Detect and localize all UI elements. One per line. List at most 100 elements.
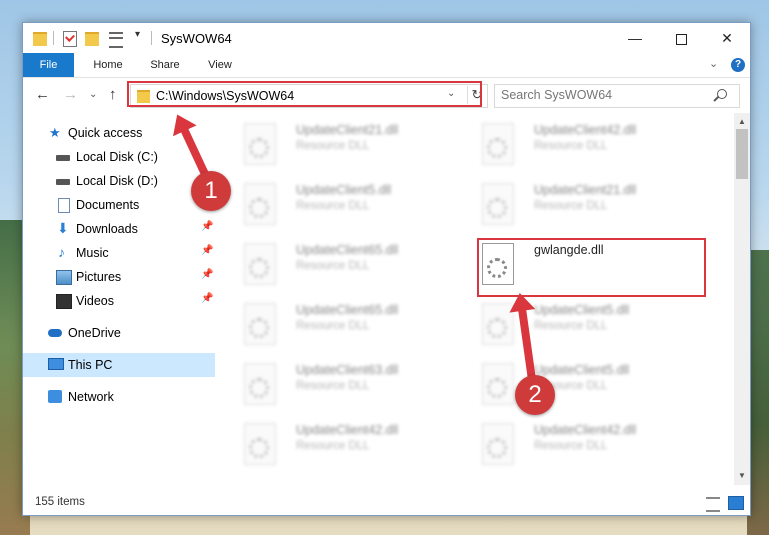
sidebar-item-local-disk-d[interactable]: Local Disk (D:): [23, 169, 215, 193]
properties-icon[interactable]: [63, 31, 77, 47]
file-highlight: [477, 238, 706, 297]
file-item[interactable]: UpdateClient42.dll Resource DLL: [460, 417, 686, 471]
maximize-button[interactable]: [658, 23, 704, 53]
sidebar-item-this-pc[interactable]: This PC: [23, 353, 215, 377]
step-2-badge: 2: [515, 375, 555, 415]
cloud-icon: [48, 329, 62, 337]
sidebar-item-label: Quick access: [68, 126, 143, 140]
file-name: UpdateClient21.dll: [296, 123, 399, 137]
dll-file-icon: [244, 243, 276, 285]
expand-ribbon-chevron-icon[interactable]: ⌄: [709, 57, 718, 70]
sidebar-item-videos[interactable]: Videos 📌: [23, 289, 215, 313]
sidebar-item-label: Local Disk (D:): [76, 174, 158, 188]
close-button[interactable]: ✕: [704, 23, 750, 53]
large-icons-view-icon[interactable]: [728, 496, 744, 510]
tab-share[interactable]: Share: [141, 53, 189, 77]
videos-icon: [56, 294, 72, 309]
file-item[interactable]: UpdateClient5.dll Resource DLL: [460, 297, 686, 351]
help-icon[interactable]: ?: [731, 58, 745, 72]
file-item[interactable]: UpdateClient21.dll Resource DLL: [460, 177, 686, 231]
search-box[interactable]: [494, 84, 740, 108]
computer-icon: [48, 358, 64, 370]
file-name: UpdateClient5.dll: [296, 183, 392, 197]
status-bar: 155 items: [23, 491, 750, 515]
vertical-scrollbar[interactable]: ▲ ▼: [734, 113, 750, 485]
file-type: Resource DLL: [296, 140, 370, 152]
dll-file-icon: [244, 183, 276, 225]
dll-file-icon: [482, 423, 514, 465]
drive-icon: [56, 179, 70, 185]
file-type: Resource DLL: [296, 380, 370, 392]
minimize-button[interactable]: —: [612, 23, 658, 53]
gear-icon: [249, 378, 269, 398]
dll-file-icon: [244, 303, 276, 345]
sidebar-item-label: This PC: [68, 358, 113, 372]
file-type: Resource DLL: [296, 320, 370, 332]
file-type: Resource DLL: [534, 200, 608, 212]
scroll-up-arrow-icon[interactable]: ▲: [738, 117, 746, 126]
address-bar-highlight: [127, 81, 482, 107]
search-input[interactable]: [501, 88, 701, 102]
file-item[interactable]: UpdateClient65.dll Resource DLL: [222, 237, 448, 291]
details-view-icon[interactable]: [706, 497, 720, 512]
gear-icon: [249, 198, 269, 218]
title-bar: ▾ SysWOW64 — ✕: [23, 23, 750, 53]
gear-icon: [487, 138, 507, 158]
sidebar-item-music[interactable]: ♪ Music 📌: [23, 241, 215, 265]
file-list: UpdateClient21.dll Resource DLL UpdateCl…: [216, 113, 734, 485]
quick-access-dropdown-icon[interactable]: ▾: [135, 29, 140, 45]
customize-list-icon[interactable]: [109, 32, 123, 48]
gear-icon: [249, 438, 269, 458]
tab-file[interactable]: File: [23, 53, 74, 77]
sidebar-item-onedrive[interactable]: OneDrive: [23, 321, 215, 345]
pin-icon[interactable]: 📌: [201, 221, 213, 232]
download-icon: ⬇: [57, 220, 69, 236]
forward-button[interactable]: →: [63, 86, 78, 103]
item-count: 155 items: [35, 496, 85, 508]
back-button[interactable]: ←: [35, 86, 50, 103]
sidebar-item-pictures[interactable]: Pictures 📌: [23, 265, 215, 289]
sidebar-item-local-disk-c[interactable]: Local Disk (C:): [23, 145, 215, 169]
scrollbar-thumb[interactable]: [736, 129, 748, 179]
file-name: UpdateClient65.dll: [296, 243, 399, 257]
dll-file-icon: [482, 183, 514, 225]
search-icon[interactable]: [717, 89, 727, 99]
maximize-icon: [675, 33, 687, 45]
sidebar-item-documents[interactable]: Documents: [23, 193, 215, 217]
sidebar-item-downloads[interactable]: ⬇ Downloads 📌: [23, 217, 215, 241]
file-item[interactable]: UpdateClient42.dll Resource DLL: [460, 117, 686, 171]
file-type: Resource DLL: [296, 200, 370, 212]
new-folder-icon[interactable]: [85, 32, 99, 46]
documents-icon: [58, 198, 70, 213]
file-item[interactable]: UpdateClient5.dll Resource DLL: [222, 177, 448, 231]
pin-icon[interactable]: 📌: [201, 293, 213, 304]
tab-home[interactable]: Home: [82, 53, 134, 77]
step-1-badge: 1: [191, 171, 231, 211]
dll-file-icon: [244, 423, 276, 465]
file-item[interactable]: UpdateClient21.dll Resource DLL: [222, 117, 448, 171]
dll-file-icon: [482, 123, 514, 165]
up-button[interactable]: ↑: [109, 86, 117, 103]
file-item[interactable]: UpdateClient63.dll Resource DLL: [222, 357, 448, 411]
dll-file-icon: [244, 123, 276, 165]
file-item[interactable]: UpdateClient65.dll Resource DLL: [222, 297, 448, 351]
pin-icon[interactable]: 📌: [201, 269, 213, 280]
scroll-down-arrow-icon[interactable]: ▼: [738, 471, 746, 480]
file-item[interactable]: UpdateClient5.dll Resource DLL: [460, 357, 686, 411]
divider: [151, 31, 152, 45]
recent-locations-chevron-icon[interactable]: ⌄: [89, 89, 97, 100]
folder-icon: [33, 32, 47, 46]
file-item[interactable]: UpdateClient42.dll Resource DLL: [222, 417, 448, 471]
file-name: UpdateClient42.dll: [296, 423, 399, 437]
tab-view[interactable]: View: [197, 53, 243, 77]
sidebar-item-label: Local Disk (C:): [76, 150, 158, 164]
pictures-icon: [56, 270, 72, 285]
dll-file-icon: [244, 363, 276, 405]
sidebar-item-label: Downloads: [76, 222, 138, 236]
pin-icon[interactable]: 📌: [201, 245, 213, 256]
sidebar-item-network[interactable]: Network: [23, 385, 215, 409]
file-name: UpdateClient65.dll: [296, 303, 399, 317]
gear-icon: [487, 318, 507, 338]
star-icon: ★: [49, 125, 61, 140]
file-type: Resource DLL: [534, 440, 608, 452]
